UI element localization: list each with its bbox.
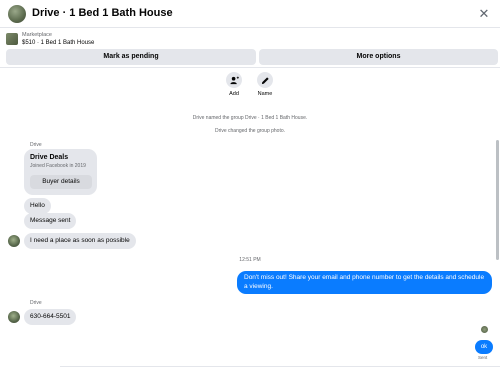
scrollbar[interactable] xyxy=(496,140,499,260)
outgoing-message-bubble[interactable]: ok xyxy=(475,340,493,354)
sender-name: Drive xyxy=(30,300,42,306)
message-status: Sent xyxy=(478,355,488,360)
listing-thumbnail[interactable] xyxy=(6,33,18,45)
seller-profile-card: Drive Deals Joined Facebook in 2019 Buye… xyxy=(24,149,97,195)
chat-header: Drive · 1 Bed 1 Bath House ✕ xyxy=(0,0,500,28)
mark-as-pending-button[interactable]: Mark as pending xyxy=(6,49,256,65)
pencil-icon xyxy=(257,72,273,88)
name-label: Name xyxy=(257,91,273,97)
sender-name: Drive xyxy=(30,142,42,148)
system-message: Drive changed the group photo. xyxy=(214,128,286,134)
chat-title: Drive · 1 Bed 1 Bath House xyxy=(32,7,173,19)
message-bubble[interactable]: 630-664-5501 xyxy=(24,309,77,326)
message-bubble[interactable]: Hello xyxy=(24,198,51,215)
add-person-icon xyxy=(226,72,242,88)
card-subtitle: Joined Facebook in 2019 xyxy=(30,163,86,169)
close-icon[interactable]: ✕ xyxy=(474,4,494,24)
group-photo[interactable] xyxy=(8,5,26,23)
add-label: Add xyxy=(229,91,239,97)
message-bubble[interactable]: I need a place as soon as possible xyxy=(24,233,136,250)
system-message: Drive named the group Drive · 1 Bed 1 Ba… xyxy=(192,115,308,121)
add-people-action[interactable]: Add xyxy=(219,72,249,97)
message-timestamp: 12:51 PM xyxy=(239,257,261,263)
message-bubble[interactable]: Message sent xyxy=(24,213,77,230)
listing-category: Marketplace xyxy=(22,32,52,38)
card-title: Drive Deals xyxy=(30,154,69,161)
buyer-details-button[interactable]: Buyer details xyxy=(30,175,92,189)
read-receipt-avatar xyxy=(481,326,488,333)
more-options-button[interactable]: More options xyxy=(259,49,498,65)
outgoing-message-bubble[interactable]: Don't miss out! Share your email and pho… xyxy=(237,271,492,294)
listing-price-title[interactable]: $510 · 1 Bed 1 Bath House xyxy=(22,40,94,46)
avatar[interactable] xyxy=(8,311,20,323)
name-group-action[interactable]: Name xyxy=(250,72,280,97)
avatar[interactable] xyxy=(8,235,20,247)
